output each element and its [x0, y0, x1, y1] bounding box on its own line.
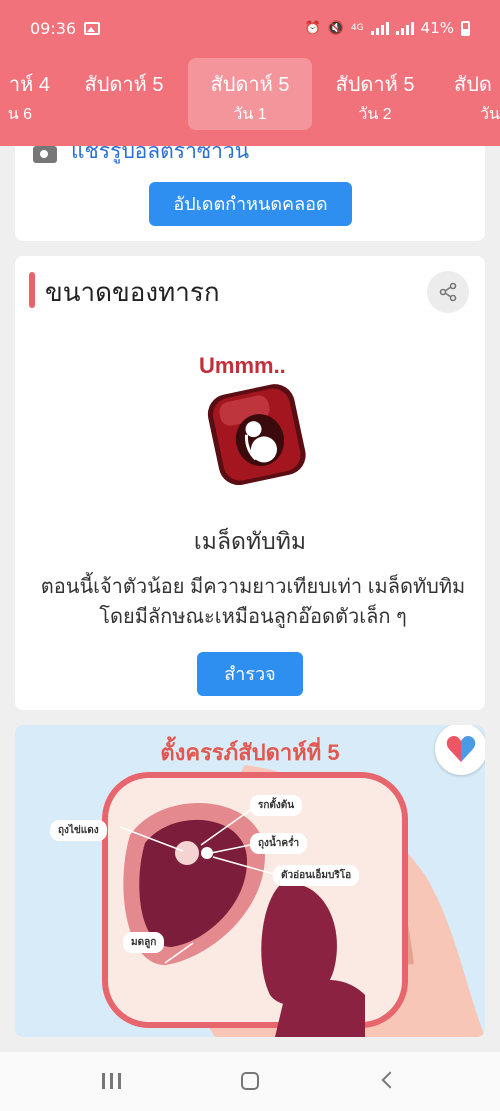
tab-week-label: สัปดาห์ 5	[210, 74, 290, 96]
tab-next-1[interactable]: สัปดาห์ 5 วัน 2	[313, 58, 437, 130]
home-icon	[241, 1072, 259, 1090]
week-day-tabs: าห์ 4 น 6 สัปดาห์ 5 สัปดาห์ 5 วัน 1 สัปด…	[0, 58, 500, 134]
tab-week-label: สัปด	[454, 74, 492, 96]
mute-icon: 🔇	[327, 20, 344, 36]
app-header: 09:36 ⏰ 🔇 4G 41% าห์ 4 น 6 สัปดาห์ 5 สัป…	[0, 0, 500, 146]
section-accent-bar	[29, 272, 35, 308]
tab-week-label: สัปดาห์ 5	[335, 74, 415, 96]
tab-week-label: าห์ 4	[8, 74, 50, 96]
baby-size-description: ตอนนี้เจ้าตัวน้อย มีความยาวเทียบเท่า เมล…	[40, 576, 466, 628]
label-amniotic-sac: ถุงน้ำคร่ำ	[250, 833, 308, 854]
fruit-comparison-name: เมล็ดทับทิม	[193, 528, 307, 554]
tab-day-label: วัน 2	[358, 106, 392, 123]
tab-next-2[interactable]: สัปด วัน	[440, 58, 500, 130]
due-date-card: แชร์รูปอัลตร้าซาวน์ อัปเดตกำหนดคลอด	[15, 146, 485, 241]
camera-icon	[33, 146, 57, 163]
share-icon	[439, 282, 457, 302]
status-bar: 09:36 ⏰ 🔇 4G 41%	[0, 0, 500, 58]
network-type-icon: 4G	[350, 23, 364, 33]
tab-day-label: น 6	[7, 106, 32, 123]
label-embryo: ตัวอ่อนเอ็มบริโอ	[273, 865, 360, 886]
share-ultrasound-link[interactable]: แชร์รูปอัลตร้าซาวน์	[71, 146, 249, 168]
recent-apps-button[interactable]	[92, 1066, 132, 1096]
tab-day-label: วัน	[480, 106, 500, 123]
alarm-icon: ⏰	[304, 20, 321, 36]
pregnancy-illustration-card[interactable]: ตั้งครรภ์สัปดาห์ที่ 5 ถุงไข่แดง รกตั้งต้…	[15, 725, 485, 1037]
heart-icon	[446, 736, 476, 762]
system-nav-bar	[0, 1052, 500, 1111]
pomegranate-seed-illustration: Ummm..	[199, 353, 306, 486]
signal-icon-2	[395, 21, 414, 35]
recent-apps-icon	[102, 1073, 105, 1089]
signal-icon	[370, 21, 389, 35]
tab-day-label: วัน 1	[233, 106, 267, 123]
label-yolk-sac: ถุงไข่แดง	[50, 820, 107, 841]
label-uterus: มดลูก	[123, 932, 165, 953]
label-umbilical-cord: รกตั้งต้น	[250, 795, 303, 816]
gallery-notification-icon	[84, 22, 100, 35]
update-due-date-button[interactable]: อัปเดตกำหนดคลอด	[149, 182, 352, 226]
home-button[interactable]	[230, 1066, 270, 1096]
battery-icon	[461, 20, 470, 36]
share-button[interactable]	[427, 271, 469, 313]
section-title: ขนาดของทารก	[45, 277, 220, 307]
tab-current[interactable]: สัปดาห์ 5 วัน 1	[188, 58, 312, 130]
favorite-button[interactable]	[435, 725, 485, 775]
status-time: 09:36	[30, 19, 77, 38]
share-ultrasound-row[interactable]: แชร์รูปอัลตร้าซาวน์	[33, 146, 249, 168]
explore-button[interactable]: สำรวจ	[197, 652, 303, 696]
back-chevron-icon	[381, 1071, 399, 1089]
tab-prev-2[interactable]: าห์ 4 น 6	[0, 58, 62, 130]
status-icons: ⏰ 🔇 4G 41%	[305, 19, 470, 37]
tab-prev-1[interactable]: สัปดาห์ 5	[62, 58, 186, 130]
baby-size-card: ขนาดของทารก Ummm.. เมล็ดทับทิม ตอนนี้เจ้…	[15, 256, 485, 710]
tab-week-label: สัปดาห์ 5	[84, 74, 164, 96]
back-button[interactable]	[372, 1066, 412, 1096]
battery-percent: 41%	[420, 19, 454, 37]
sticker-text: Ummm..	[199, 353, 286, 378]
